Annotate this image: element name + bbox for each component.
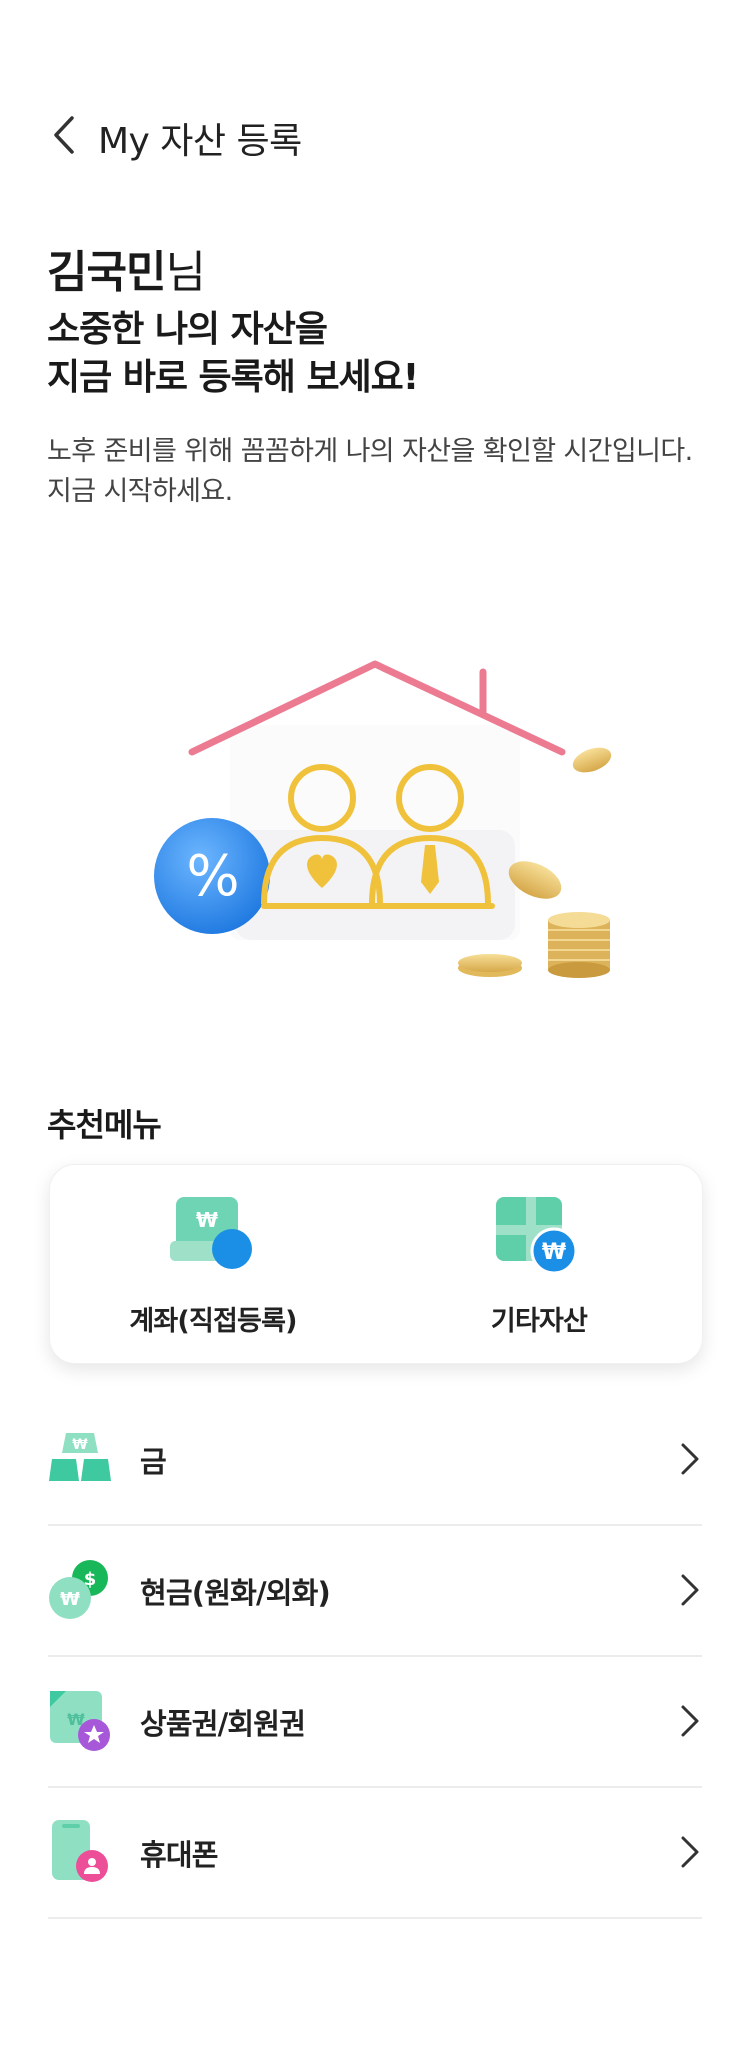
headline-line2: 지금 바로 등록해 보세요! — [47, 357, 419, 398]
list-item-cash-label: 현금(원화/외화) — [140, 1576, 331, 1610]
list-item-gold-label: 금 — [140, 1445, 167, 1479]
chevron-left-icon — [54, 116, 74, 154]
chevron-right-icon — [681, 1705, 699, 1737]
list-item-voucher-label: 상품권/회원권 — [140, 1707, 306, 1741]
list-item-cash[interactable]: $ ₩ 현금(원화/외화) — [48, 1526, 702, 1657]
description: 노후 준비를 위해 꼼꼼하게 나의 자산을 확인할 시간입니다. 지금 시작하세… — [47, 432, 727, 512]
svg-text:₩: ₩ — [60, 1589, 80, 1610]
user-name: 김국민 — [47, 247, 166, 298]
hero-illustration: % — [140, 650, 620, 1000]
phone-icon — [52, 1820, 108, 1882]
headline-line1: 소중한 나의 자산을 — [47, 309, 328, 350]
header-bar: My 자산 등록 — [0, 100, 750, 170]
percent-symbol: % — [186, 844, 239, 909]
rec-item-account[interactable]: ₩ 계좌(직접등록) — [50, 1165, 376, 1363]
recommended-title: 추천메뉴 — [47, 1106, 162, 1144]
page-title: My 자산 등록 — [98, 121, 302, 162]
svg-text:₩: ₩ — [72, 1437, 88, 1453]
rec-item-other-assets-label: 기타자산 — [490, 1306, 588, 1337]
greeting: 김국민님 — [47, 236, 206, 300]
honorific: 님 — [165, 247, 205, 298]
account-card-icon: ₩ — [170, 1197, 252, 1269]
description-line2: 지금 시작하세요. — [47, 476, 233, 507]
asset-list: ₩ 금 $ ₩ 현금(원화/외화) ₩ 상품권/회원권 휴대폰 — [48, 1395, 702, 1919]
list-item-phone-label: 휴대폰 — [140, 1838, 218, 1872]
rec-item-account-label: 계좌(직접등록) — [129, 1306, 297, 1337]
house-family-illustration: % — [154, 660, 612, 978]
list-item-voucher[interactable]: ₩ 상품권/회원권 — [48, 1657, 702, 1788]
list-item-phone[interactable]: 휴대폰 — [48, 1788, 702, 1919]
chevron-right-icon — [681, 1574, 699, 1606]
svg-text:₩: ₩ — [542, 1240, 566, 1265]
voucher-icon: ₩ — [50, 1691, 110, 1751]
rec-item-other-assets[interactable]: ₩ 기타자산 — [376, 1165, 702, 1363]
description-line1: 노후 준비를 위해 꼼꼼하게 나의 자산을 확인할 시간입니다. — [47, 436, 693, 467]
headline: 소중한 나의 자산을 지금 바로 등록해 보세요! — [47, 306, 419, 402]
chevron-right-icon — [681, 1836, 699, 1868]
cash-coins-icon: $ ₩ — [49, 1560, 108, 1619]
svg-text:₩: ₩ — [196, 1208, 218, 1232]
back-button[interactable] — [46, 110, 86, 160]
gold-bars-icon: ₩ — [49, 1433, 111, 1481]
other-assets-icon: ₩ — [496, 1197, 578, 1275]
recommended-menu-card: ₩ 계좌(직접등록) ₩ 기타자산 — [49, 1164, 703, 1364]
chevron-right-icon — [681, 1443, 699, 1475]
list-item-gold[interactable]: ₩ 금 — [48, 1395, 702, 1526]
